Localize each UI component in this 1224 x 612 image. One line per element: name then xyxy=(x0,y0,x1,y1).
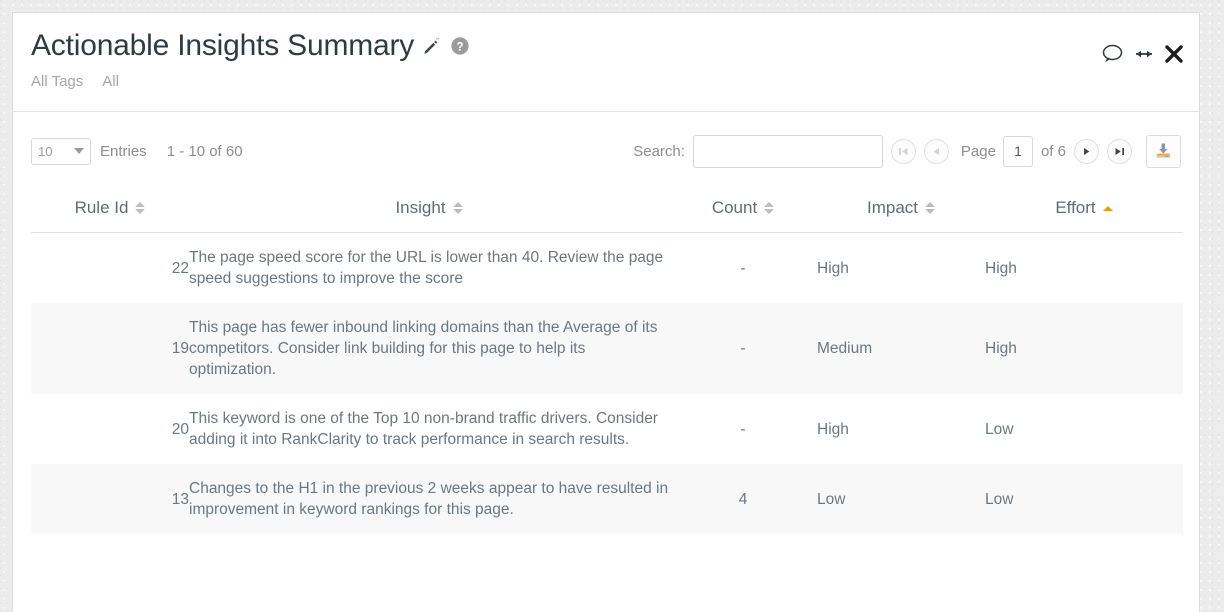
filter-breadcrumb: All Tags All xyxy=(31,73,1181,90)
column-header-count[interactable]: Count xyxy=(669,190,817,233)
column-label-insight: Insight xyxy=(395,198,446,217)
column-header-impact[interactable]: Impact xyxy=(817,190,985,233)
filter-all[interactable]: All xyxy=(102,73,119,90)
toolbar-left: 10 Entries 1 - 10 of 60 xyxy=(31,137,243,165)
table-row[interactable]: 19 This page has fewer inbound linking d… xyxy=(31,303,1183,394)
table-toolbar: 10 Entries 1 - 10 of 60 Search: Page 1 o… xyxy=(13,112,1199,190)
page-total-label: of 6 xyxy=(1040,142,1066,160)
entries-label: Entries xyxy=(100,142,147,160)
entries-range: 1 - 10 of 60 xyxy=(166,142,243,160)
column-label-rule-id: Rule Id xyxy=(74,198,129,217)
sort-indicator-count xyxy=(764,202,775,214)
insights-table: Rule Id Insight Count Impact Effort 22 T… xyxy=(31,190,1183,534)
cell-rule-id: 22 xyxy=(171,259,189,277)
column-label-count: Count xyxy=(711,198,758,217)
sort-indicator-insight xyxy=(452,202,463,214)
table-body: 22 The page speed score for the URL is l… xyxy=(31,233,1183,534)
close-icon[interactable] xyxy=(1163,43,1185,65)
cell-rule-id: 20 xyxy=(171,420,189,438)
insights-panel: Actionable Insights Summary ? All Tags A… xyxy=(12,12,1200,612)
title-row: Actionable Insights Summary ? xyxy=(31,29,1181,63)
chevron-down-icon xyxy=(74,148,84,154)
help-circle-icon[interactable]: ? xyxy=(450,36,470,56)
toolbar-right: Search: Page of 6 xyxy=(633,112,1181,190)
filter-all-tags[interactable]: All Tags xyxy=(31,73,83,90)
cell-effort: High xyxy=(985,259,1017,277)
column-label-effort: Effort xyxy=(1055,198,1096,217)
svg-text:?: ? xyxy=(457,41,464,53)
cell-rule-id: 13 xyxy=(31,464,189,534)
cell-count: - xyxy=(740,420,746,438)
column-label-impact: Impact xyxy=(866,198,919,217)
cell-impact: Low xyxy=(817,464,985,534)
column-header-rule-id[interactable]: Rule Id xyxy=(31,190,189,233)
comment-icon[interactable] xyxy=(1101,43,1125,65)
cell-count: 4 xyxy=(669,464,817,534)
page-title: Actionable Insights Summary xyxy=(31,29,415,62)
panel-header: Actionable Insights Summary ? All Tags A… xyxy=(13,13,1199,112)
page-number-input[interactable] xyxy=(1002,135,1033,167)
resize-horizontal-icon[interactable] xyxy=(1132,46,1156,62)
cell-impact: High xyxy=(817,420,849,438)
cell-insight: The page speed score for the URL is lowe… xyxy=(189,249,664,287)
table-row[interactable]: 13 Changes to the H1 in the previous 2 w… xyxy=(31,464,1183,534)
table-row[interactable]: 22 The page speed score for the URL is l… xyxy=(31,233,1183,304)
table-row[interactable]: 20 This keyword is one of the Top 10 non… xyxy=(31,394,1183,464)
pencil-icon[interactable] xyxy=(422,37,440,55)
sort-indicator-rule-id xyxy=(135,202,146,214)
sort-indicator-effort-asc xyxy=(1102,205,1113,211)
table-head: Rule Id Insight Count Impact Effort xyxy=(31,190,1183,233)
cell-insight: Changes to the H1 in the previous 2 week… xyxy=(189,464,669,534)
last-page-button[interactable] xyxy=(1107,138,1132,164)
cell-count: - xyxy=(669,303,817,394)
header-actions xyxy=(1101,43,1185,65)
cell-insight: This keyword is one of the Top 10 non-br… xyxy=(189,410,658,448)
cell-effort: High xyxy=(985,303,1183,394)
page-label: Page xyxy=(960,142,996,160)
search-input[interactable] xyxy=(692,134,883,168)
cell-effort: Low xyxy=(985,464,1183,534)
entries-per-page-value: 10 xyxy=(38,143,53,159)
cell-insight: This page has fewer inbound linking doma… xyxy=(189,303,669,394)
next-page-button[interactable] xyxy=(1074,138,1099,164)
entries-per-page-select[interactable]: 10 xyxy=(31,137,91,165)
cell-impact: High xyxy=(817,259,849,277)
download-button[interactable] xyxy=(1146,134,1181,168)
first-page-button[interactable] xyxy=(890,138,916,164)
sort-indicator-impact xyxy=(925,202,936,214)
column-header-effort[interactable]: Effort xyxy=(985,190,1183,233)
cell-rule-id: 19 xyxy=(31,303,189,394)
cell-count: - xyxy=(740,259,746,277)
previous-page-button[interactable] xyxy=(923,138,949,164)
cell-effort: Low xyxy=(985,420,1014,438)
column-header-insight[interactable]: Insight xyxy=(189,190,669,233)
search-label: Search: xyxy=(633,142,685,160)
cell-impact: Medium xyxy=(817,303,985,394)
table-header-row: Rule Id Insight Count Impact Effort xyxy=(31,190,1183,233)
